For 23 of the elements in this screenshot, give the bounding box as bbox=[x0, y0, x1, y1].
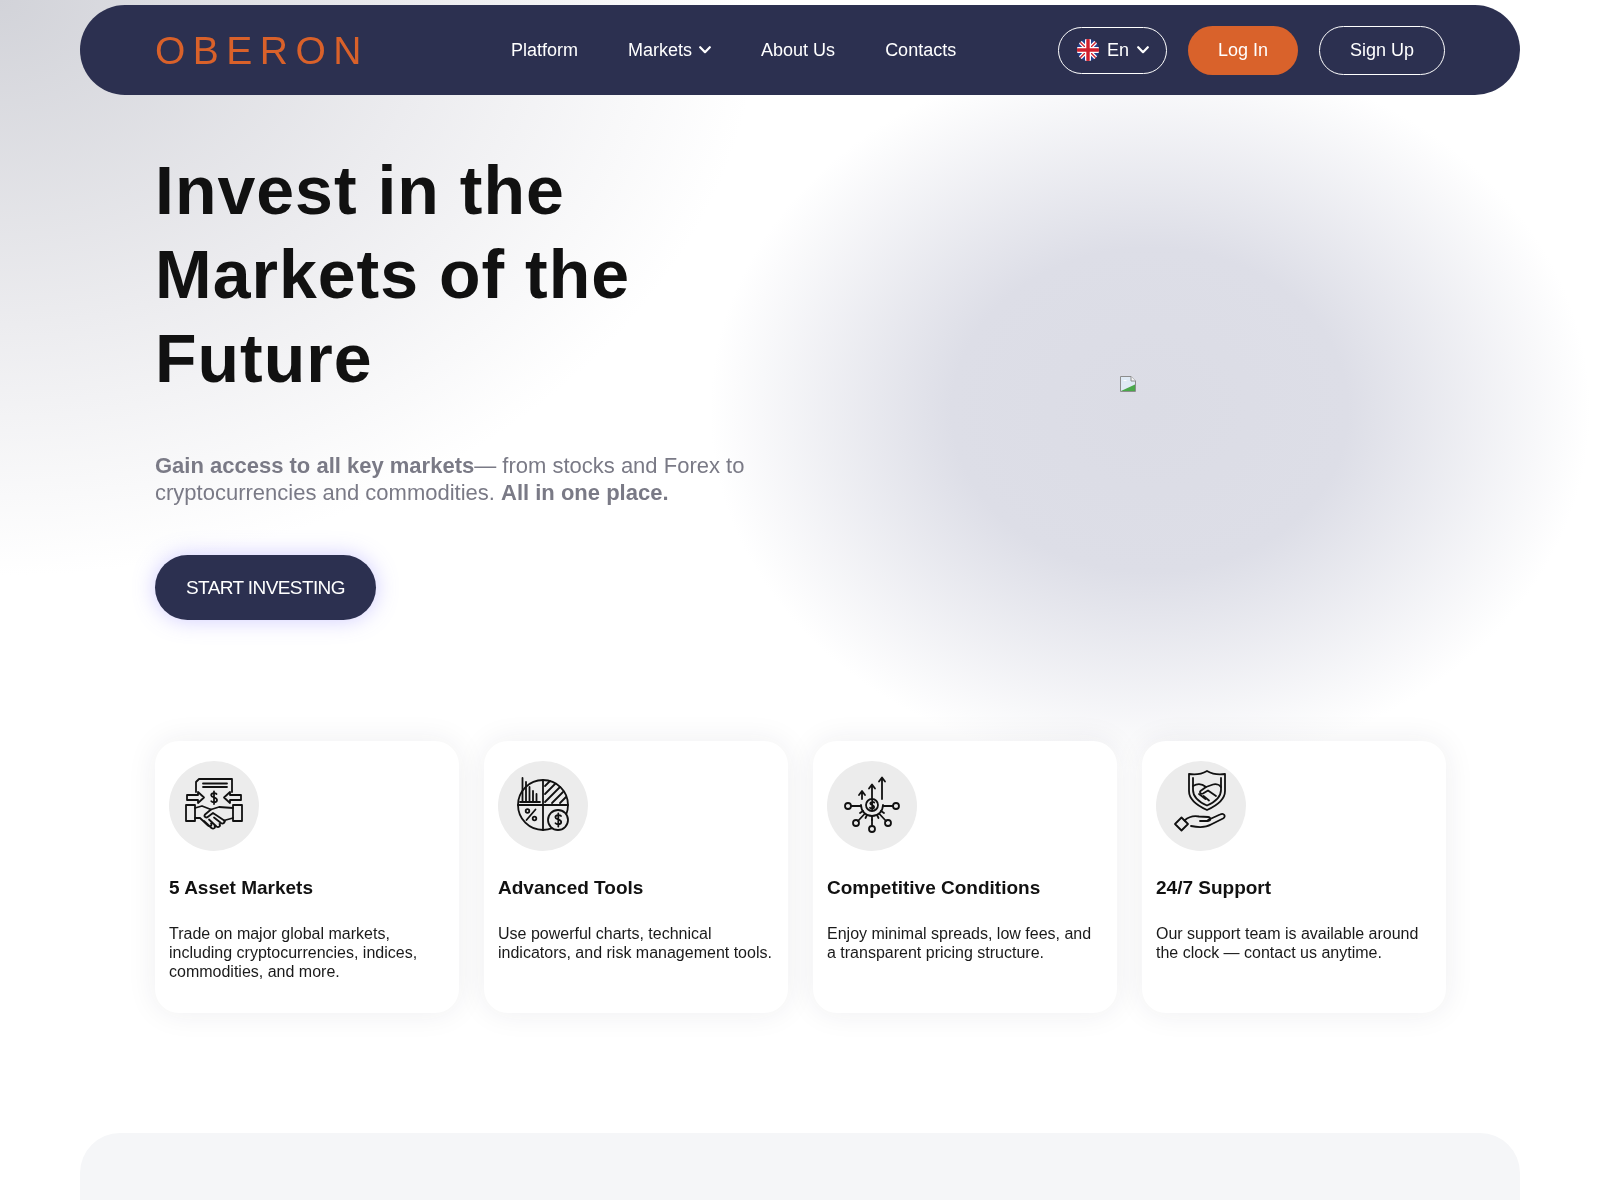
feature-title: Competitive Conditions bbox=[827, 876, 1042, 899]
hero-subtitle: Gain access to all key markets— from stocks and Forex to cryptocurrencies and commodities. All in one place. bbox=[155, 452, 746, 506]
nav-link[interactable]: Markets bbox=[628, 39, 712, 61]
start-investing-button[interactable]: START INVESTING bbox=[155, 555, 376, 620]
shield-hand-icon bbox=[1156, 761, 1246, 851]
feature-text: Trade on major global markets, including cryptocurrencies, indices, commodities, and more. bbox=[169, 924, 419, 981]
broken-image-icon bbox=[1120, 376, 1136, 392]
feature-title: 5 Asset Markets bbox=[169, 876, 314, 899]
handshake-icon bbox=[169, 761, 259, 851]
feature-title: Advanced Tools bbox=[498, 876, 645, 899]
nav-link[interactable]: Contacts bbox=[885, 39, 957, 61]
header-button[interactable]: Log In bbox=[1187, 25, 1298, 75]
pie-chart-icon bbox=[498, 761, 588, 851]
feature-text: Use powerful charts, technical indicators, and risk management tools. bbox=[498, 924, 773, 962]
feature-title: 24/7 Support bbox=[1156, 876, 1273, 899]
nav-link[interactable]: About Us bbox=[761, 39, 836, 61]
nav-link[interactable]: Platform bbox=[511, 39, 579, 61]
feature-text: Our support team is available around the clock — contact us anytime. bbox=[1156, 924, 1420, 962]
flag-icon bbox=[1076, 39, 1099, 61]
growth-network-icon bbox=[827, 761, 917, 851]
chevron-icon bbox=[1136, 46, 1149, 54]
hero-heading: Invest in the Markets of the Future bbox=[155, 151, 631, 398]
feature-text: Enjoy minimal spreads, low fees, and a transparent pricing structure. bbox=[827, 924, 1093, 962]
